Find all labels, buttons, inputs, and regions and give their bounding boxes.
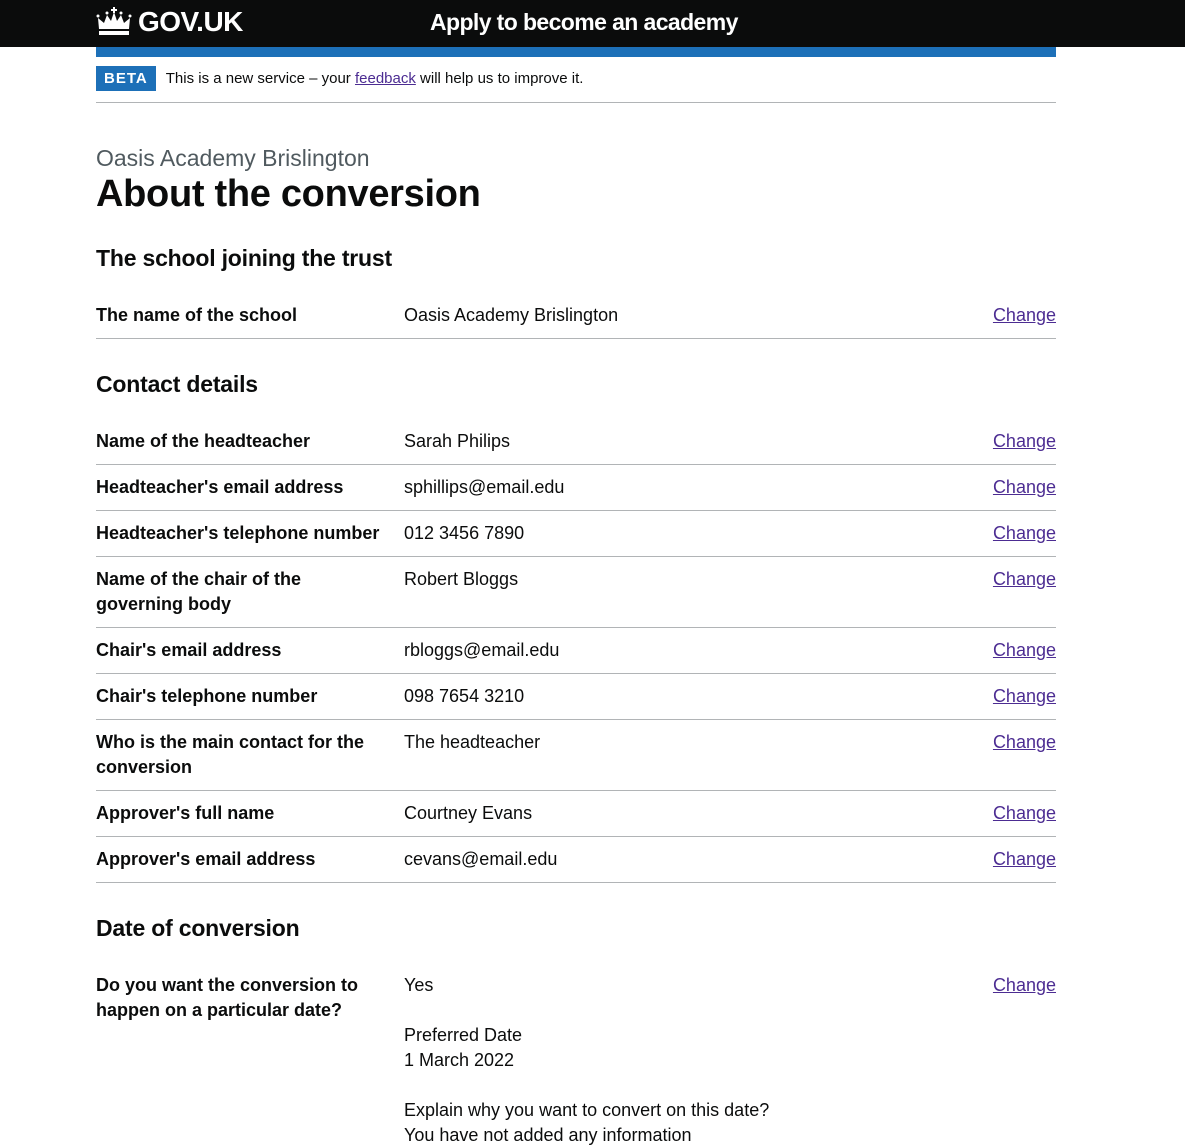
preferred-date-value: 1 March 2022 xyxy=(404,1050,515,1070)
logo-text: GOV.UK xyxy=(138,6,243,37)
change-school-name-link[interactable]: Change xyxy=(993,303,1056,328)
summary-row: Name of the chair of the governing body … xyxy=(96,567,1056,628)
row-key: Name of the headteacher xyxy=(96,431,311,451)
row-value-group: Yes Preferred Date 1 March 2022 Explain … xyxy=(404,973,924,1148)
row-key: Do you want the conversion to happen on … xyxy=(96,975,359,1020)
summary-row: The name of the school Oasis Academy Bri… xyxy=(96,303,1056,339)
row-value: sphillips@email.edu xyxy=(404,477,565,497)
summary-row: Headteacher's email address sphillips@em… xyxy=(96,475,1056,511)
row-key: Chair's email address xyxy=(96,640,282,660)
explain-date-value: You have not added any information xyxy=(404,1125,692,1145)
preferred-date-label: Preferred Date xyxy=(404,1025,523,1045)
summary-row: Approver's full name Courtney Evans Chan… xyxy=(96,801,1056,837)
summary-row: Name of the headteacher Sarah Philips Ch… xyxy=(96,429,1056,465)
summary-row: Chair's telephone number 098 7654 3210 C… xyxy=(96,684,1056,720)
row-value: rbloggs@email.edu xyxy=(404,640,560,660)
section-heading-school: The school joining the trust xyxy=(96,245,392,271)
section-heading-contact: Contact details xyxy=(96,371,258,397)
row-key: Approver's full name xyxy=(96,803,275,823)
row-value: The headteacher xyxy=(404,732,541,752)
change-chair-email-link[interactable]: Change xyxy=(993,638,1056,663)
row-key: Chair's telephone number xyxy=(96,686,318,706)
summary-row: Chair's email address rbloggs@email.edu … xyxy=(96,638,1056,674)
row-value: Courtney Evans xyxy=(404,803,533,823)
phase-banner: BETA This is a new service – your feedba… xyxy=(96,66,1056,103)
header-blue-bar xyxy=(96,47,1056,57)
summary-row: Do you want the conversion to happen on … xyxy=(96,973,1056,1145)
summary-row: Who is the main contact for the conversi… xyxy=(96,730,1056,791)
phase-text-before: This is a new service – your xyxy=(165,70,355,87)
row-value: cevans@email.edu xyxy=(404,849,558,869)
beta-tag: BETA xyxy=(96,66,156,91)
change-approver-email-link[interactable]: Change xyxy=(993,847,1056,872)
row-key: The name of the school xyxy=(96,305,298,325)
change-chair-name-link[interactable]: Change xyxy=(993,567,1056,592)
change-headteacher-phone-link[interactable]: Change xyxy=(993,521,1056,546)
row-value: Sarah Philips xyxy=(404,431,511,451)
page-caption: Oasis Academy Brislington xyxy=(96,145,370,171)
summary-row: Headteacher's telephone number 012 3456 … xyxy=(96,521,1056,557)
crown-icon xyxy=(96,7,132,35)
row-key: Name of the chair of the governing body xyxy=(96,569,302,614)
explain-date-label: Explain why you want to convert on this … xyxy=(404,1100,770,1120)
change-approver-name-link[interactable]: Change xyxy=(993,801,1056,826)
feedback-link[interactable]: feedback xyxy=(355,70,416,87)
summary-row: Approver's email address cevans@email.ed… xyxy=(96,847,1056,883)
row-key: Who is the main contact for the conversi… xyxy=(96,732,365,777)
change-conversion-date-link[interactable]: Change xyxy=(993,973,1056,998)
govuk-header: GOV.UK Apply to become an academy xyxy=(0,0,1185,47)
row-key: Approver's email address xyxy=(96,849,316,869)
service-name-link[interactable]: Apply to become an academy xyxy=(430,8,738,36)
phase-banner-text: This is a new service – your feedback wi… xyxy=(166,65,584,92)
row-value: Oasis Academy Brislington xyxy=(404,305,619,325)
change-chair-phone-link[interactable]: Change xyxy=(993,684,1056,709)
row-value: 098 7654 3210 xyxy=(404,686,525,706)
row-key: Headteacher's telephone number xyxy=(96,523,380,543)
page-title: About the conversion xyxy=(96,173,481,215)
change-main-contact-link[interactable]: Change xyxy=(993,730,1056,755)
section-heading-date: Date of conversion xyxy=(96,915,300,941)
change-headteacher-email-link[interactable]: Change xyxy=(993,475,1056,500)
govuk-logo-link[interactable]: GOV.UK xyxy=(96,5,243,39)
row-value: Robert Bloggs xyxy=(404,569,519,589)
phase-text-after: will help us to improve it. xyxy=(415,70,584,87)
row-key: Headteacher's email address xyxy=(96,477,344,497)
row-value: 012 3456 7890 xyxy=(404,523,525,543)
particular-date-answer: Yes xyxy=(404,975,434,995)
change-headteacher-name-link[interactable]: Change xyxy=(993,429,1056,454)
